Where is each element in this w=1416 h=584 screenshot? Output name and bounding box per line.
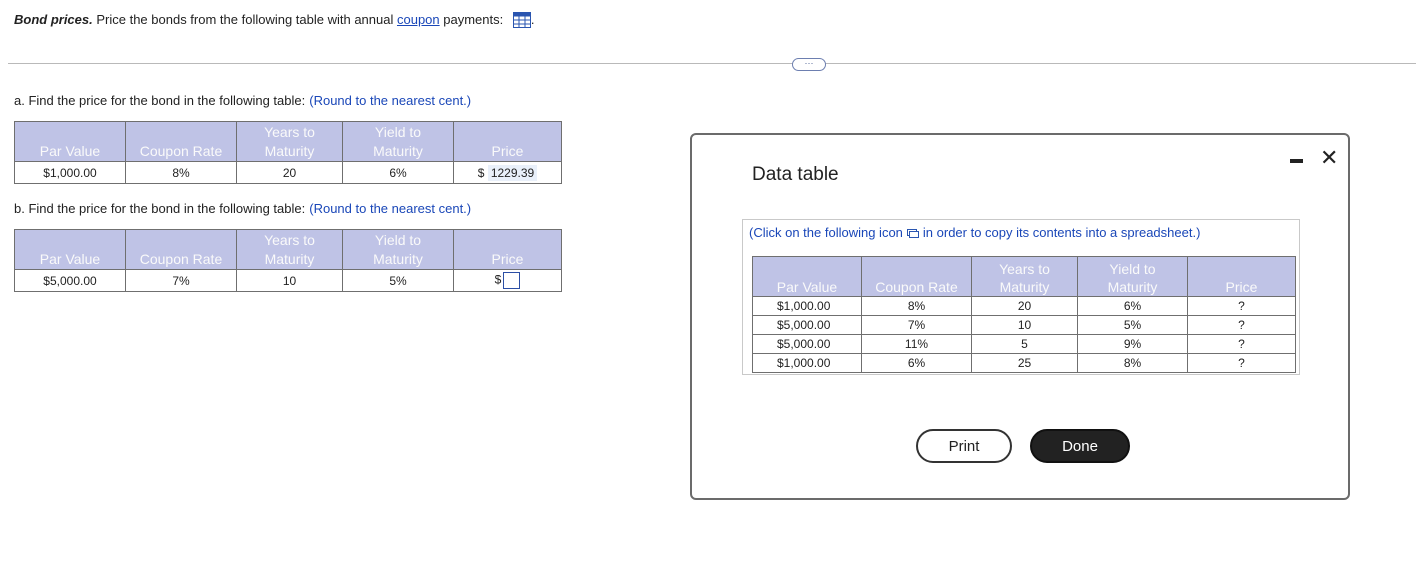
cell-coupon-rate: 7% [125, 269, 237, 292]
data-table-panel: (Click on the following icon in order to … [742, 219, 1300, 375]
cell-price: $ 1229.39 [453, 161, 562, 184]
table-row: $5,000.00 11% 5 9% ? [752, 334, 1296, 354]
dialog-title: Data table [752, 164, 839, 185]
question-title: Bond prices. [14, 12, 93, 27]
minimize-button[interactable] [1290, 159, 1303, 163]
part-a-table: Par Value Coupon Rate Years to Maturity Y… [14, 121, 562, 184]
question-header: Bond prices. Price the bonds from the fo… [14, 12, 534, 31]
header-period: . [530, 12, 535, 27]
header-price: Price [453, 229, 562, 270]
header-years-to-maturity: Years to Maturity [236, 229, 343, 270]
coupon-link[interactable]: coupon [397, 12, 440, 27]
cell-price: $ [453, 269, 562, 292]
part-b-hint: (Round to the nearest cent.) [309, 201, 472, 216]
header-par-value: Par Value [752, 256, 862, 297]
copy-instruction: (Click on the following icon in order to … [749, 225, 1201, 241]
print-button[interactable]: Print [916, 429, 1012, 463]
header-coupon-rate: Coupon Rate [861, 256, 972, 297]
header-text-after: payments: [439, 12, 504, 27]
table-row: $1,000.00 8% 20 6% $ 1229.39 [14, 161, 562, 184]
header-price: Price [1187, 256, 1296, 297]
header-text-before: Price the bonds from the following table… [92, 12, 397, 27]
close-icon[interactable]: ✕ [1320, 147, 1338, 169]
price-answer-input-b[interactable] [503, 272, 521, 289]
table-row: $1,000.00 8% 20 6% ? [752, 296, 1296, 316]
table-row: $5,000.00 7% 10 5% $ [14, 269, 562, 292]
table-grid-icon[interactable] [512, 12, 531, 31]
header-yield-to-maturity: Yield to Maturity [342, 229, 454, 270]
data-table: Par Value Coupon Rate Years to Maturity Y… [752, 256, 1296, 373]
section-divider [8, 63, 1416, 64]
header-par-value: Par Value [14, 121, 126, 162]
header-yield-to-maturity: Yield to Maturity [342, 121, 454, 162]
cell-par-value: $1,000.00 [14, 161, 126, 184]
data-table-dialog: Data table ✕ (Click on the following ico… [690, 133, 1350, 500]
part-b-text: b. Find the price for the bond in the fo… [14, 201, 306, 216]
table-row: $5,000.00 7% 10 5% ? [752, 315, 1296, 335]
table-row: $1,000.00 6% 25 8% ? [752, 353, 1296, 373]
part-a-hint: (Round to the nearest cent.) [309, 93, 472, 108]
copy-spreadsheet-icon[interactable] [906, 226, 919, 241]
price-answer-a[interactable]: 1229.39 [487, 164, 538, 181]
done-button[interactable]: Done [1030, 429, 1130, 463]
header-par-value: Par Value [14, 229, 126, 270]
cell-par-value: $5,000.00 [14, 269, 126, 292]
header-price: Price [453, 121, 562, 162]
more-options-button[interactable]: ··· [792, 58, 826, 71]
cell-yield: 6% [342, 161, 454, 184]
header-yield-to-maturity: Yield to Maturity [1077, 256, 1188, 297]
cell-yield: 5% [342, 269, 454, 292]
part-b-prompt: b. Find the price for the bond in the fo… [14, 201, 471, 216]
part-a-text: a. Find the price for the bond in the fo… [14, 93, 306, 108]
part-a-prompt: a. Find the price for the bond in the fo… [14, 93, 471, 108]
cell-coupon-rate: 8% [125, 161, 237, 184]
part-b-table: Par Value Coupon Rate Years to Maturity Y… [14, 229, 562, 292]
header-coupon-rate: Coupon Rate [125, 229, 237, 270]
header-years-to-maturity: Years to Maturity [236, 121, 343, 162]
header-years-to-maturity: Years to Maturity [971, 256, 1078, 297]
header-coupon-rate: Coupon Rate [125, 121, 237, 162]
cell-years: 20 [236, 161, 343, 184]
cell-years: 10 [236, 269, 343, 292]
